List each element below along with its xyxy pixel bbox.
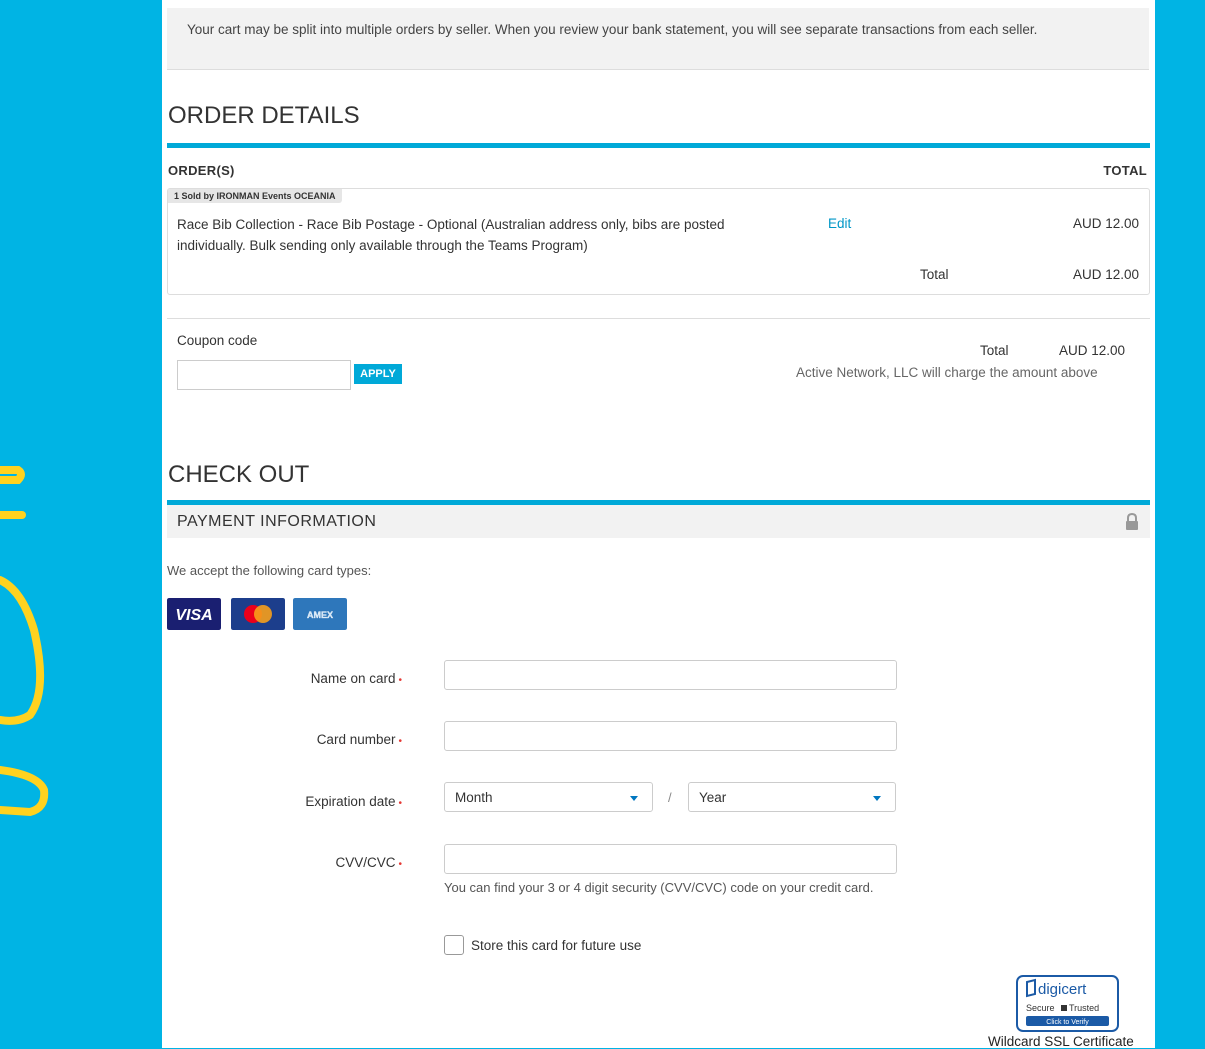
cvv-help-text: You can find your 3 or 4 digit security … — [444, 880, 874, 895]
mastercard-icon — [231, 598, 285, 630]
store-card-label[interactable]: Store this card for future use — [471, 938, 641, 953]
month-select-value: Month — [455, 790, 493, 805]
order-subtotal-value: AUD 12.00 — [1072, 267, 1139, 282]
order-details-rule — [167, 143, 1150, 148]
coupon-code-input[interactable] — [177, 360, 351, 390]
store-card-checkbox[interactable] — [444, 935, 464, 955]
cvv-input[interactable] — [444, 844, 897, 874]
required-mark: • — [398, 859, 402, 870]
order-details-title: ORDER DETAILS — [168, 102, 360, 129]
chevron-down-icon — [630, 796, 638, 801]
summary-total-value: AUD 12.00 — [1059, 343, 1126, 358]
charge-note: Active Network, LLC will charge the amou… — [796, 365, 1098, 380]
digicert-logo-icon: digicert Secure Trusted Click to Verify — [1026, 978, 1109, 1026]
svg-text:VISA: VISA — [175, 607, 212, 624]
payment-information-bar: PAYMENT INFORMATION — [167, 505, 1150, 538]
visa-card-icon: VISA — [167, 598, 221, 630]
checkout-title: CHECK OUT — [168, 461, 310, 488]
payment-information-title: PAYMENT INFORMATION — [177, 513, 377, 530]
edit-item-link[interactable]: Edit — [828, 216, 851, 231]
expiration-date-label: Expiration date • — [305, 794, 402, 809]
order-item-description: Race Bib Collection - Race Bib Postage -… — [177, 217, 725, 253]
svg-text:AMEX: AMEX — [307, 610, 333, 620]
apply-coupon-button[interactable]: APPLY — [354, 364, 402, 384]
svg-text:digicert: digicert — [1038, 981, 1087, 998]
cvv-label: CVV/CVC • — [335, 855, 402, 870]
name-on-card-label: Name on card • — [310, 671, 402, 686]
lock-icon — [1126, 513, 1138, 530]
required-mark: • — [398, 675, 402, 686]
date-separator: / — [668, 790, 672, 805]
required-mark: • — [398, 736, 402, 747]
ssl-certificate-caption: Wildcard SSL Certificate — [988, 1034, 1134, 1049]
card-number-label: Card number • — [316, 732, 402, 747]
order-group: 1 Sold by IRONMAN Events OCEANIA Race Bi… — [167, 188, 1150, 295]
accepted-cards-text: We accept the following card types: — [167, 563, 372, 578]
digicert-seal[interactable]: digicert Secure Trusted Click to Verify — [1016, 975, 1119, 1032]
svg-text:Click to Verify: Click to Verify — [1046, 1019, 1089, 1026]
svg-text:Trusted: Trusted — [1069, 1003, 1099, 1013]
expiration-year-select[interactable]: Year — [688, 782, 896, 812]
expiration-month-select[interactable]: Month — [444, 782, 653, 812]
chevron-down-icon — [873, 796, 881, 801]
checkout-page: Your cart may be split into multiple ord… — [162, 0, 1155, 1049]
total-column-header: TOTAL — [1103, 163, 1147, 178]
seller-tag: 1 Sold by IRONMAN Events OCEANIA — [168, 189, 342, 203]
order-subtotal-label: Total — [920, 267, 949, 282]
cart-split-notice: Your cart may be split into multiple ord… — [167, 8, 1149, 70]
orders-column-header: ORDER(S) — [168, 163, 235, 178]
item-price: AUD 12.00 — [1072, 216, 1139, 231]
coupon-label: Coupon code — [177, 333, 258, 348]
svg-text:Secure: Secure — [1026, 1003, 1055, 1013]
amex-card-icon: AMEX — [293, 598, 347, 630]
decorative-background-art — [0, 466, 49, 817]
summary-total-label: Total — [980, 343, 1009, 358]
name-on-card-input[interactable] — [444, 660, 897, 690]
card-number-input[interactable] — [444, 721, 897, 751]
required-mark: • — [398, 798, 402, 809]
year-select-value: Year — [699, 790, 727, 805]
divider — [167, 318, 1150, 319]
